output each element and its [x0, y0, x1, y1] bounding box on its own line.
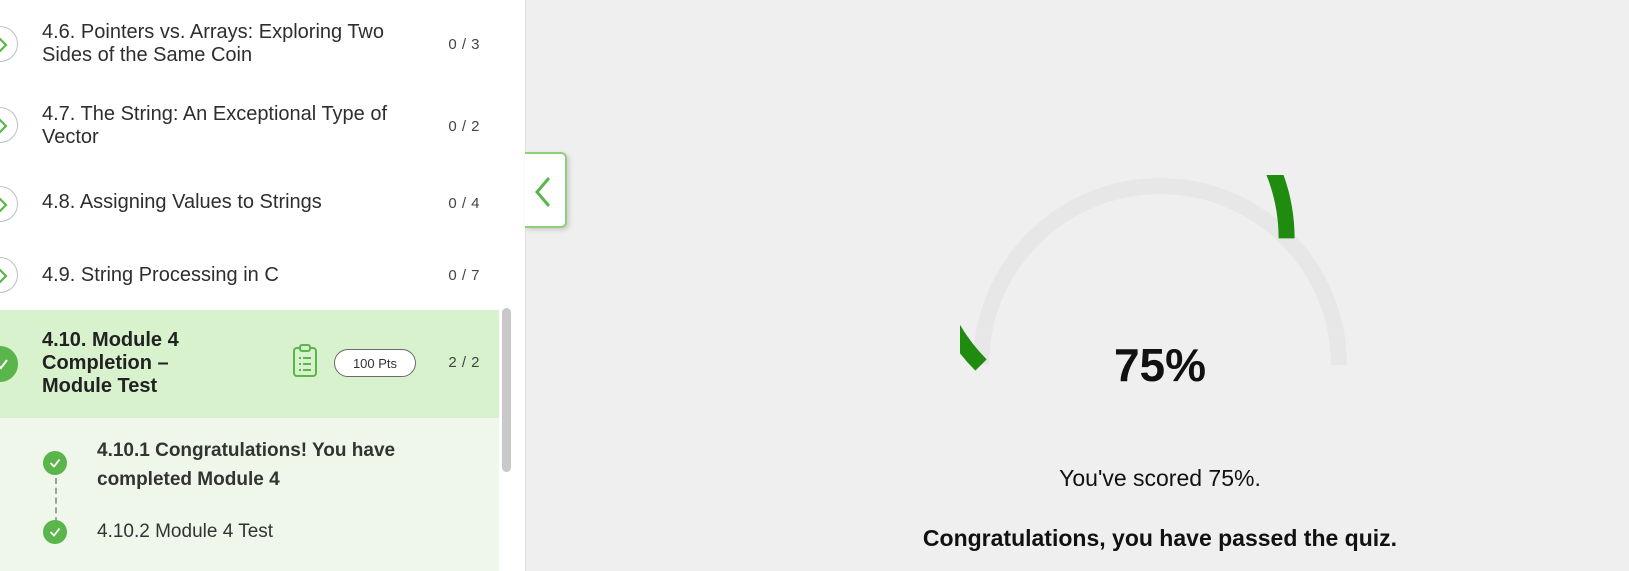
- outline-item-4-9[interactable]: 4.9. String Processing in C 0 / 7: [0, 240, 499, 310]
- outline-item-title: 4.7. The String: An Exceptional Type of …: [42, 103, 388, 148]
- expand-chevron-icon[interactable]: [0, 257, 18, 293]
- outline-item-title: 4.6. Pointers vs. Arrays: Exploring Two …: [42, 21, 385, 66]
- course-outline-sidebar: 4.6. Pointers vs. Arrays: Exploring Two …: [0, 0, 500, 571]
- sidebar-scrollbar-track[interactable]: [499, 0, 526, 571]
- outline-item-progress: 2 / 2: [448, 354, 480, 371]
- collapse-sidebar-button[interactable]: [525, 152, 567, 228]
- sub-item-label: 4.10.2 Module 4 Test: [97, 521, 274, 542]
- score-percentage: 75%: [1113, 339, 1207, 391]
- sub-items-panel: 4.10.1 Congratulations! You have complet…: [0, 418, 499, 571]
- completed-check-icon: [43, 520, 67, 544]
- clipboard-icon: [292, 344, 318, 383]
- sub-item-4-10-2[interactable]: 4.10.2 Module 4 Test: [0, 510, 499, 560]
- outline-item-4-10[interactable]: 4.10. Module 4 Completion – Module Test …: [0, 310, 499, 418]
- outline-item-4-8[interactable]: 4.8. Assigning Values to Strings 0 / 4: [0, 168, 499, 240]
- chevron-left-icon: [535, 177, 551, 207]
- outline-item-title: 4.10. Module 4 Completion – Module Test: [42, 329, 179, 397]
- points-badge: 100 Pts: [334, 349, 416, 377]
- expand-chevron-icon[interactable]: [0, 107, 18, 143]
- sub-item-4-10-1[interactable]: 4.10.1 Congratulations! You have complet…: [0, 418, 499, 498]
- outline-item-progress: 0 / 3: [448, 36, 480, 53]
- outline-item-4-7[interactable]: 4.7. The String: An Exceptional Type of …: [0, 88, 499, 168]
- outline-item-4-6[interactable]: 4.6. Pointers vs. Arrays: Exploring Two …: [0, 0, 499, 88]
- completed-check-icon: [0, 346, 18, 382]
- outline-item-title: 4.9. String Processing in C: [42, 264, 279, 286]
- sidebar-scrollbar-thumb[interactable]: [502, 308, 511, 472]
- outline-item-progress: 0 / 2: [448, 118, 480, 135]
- outline-item-progress: 0 / 4: [448, 195, 480, 212]
- completed-check-icon: [43, 451, 67, 475]
- pass-message: Congratulations, you have passed the qui…: [922, 525, 1398, 551]
- sub-item-label: 4.10.1 Congratulations! You have complet…: [97, 440, 396, 490]
- outline-item-title: 4.8. Assigning Values to Strings: [42, 191, 322, 213]
- score-message: You've scored 75%.: [1059, 465, 1261, 491]
- outline-item-progress: 0 / 7: [448, 267, 480, 284]
- expand-chevron-icon[interactable]: [0, 186, 18, 222]
- expand-chevron-icon[interactable]: [0, 26, 18, 62]
